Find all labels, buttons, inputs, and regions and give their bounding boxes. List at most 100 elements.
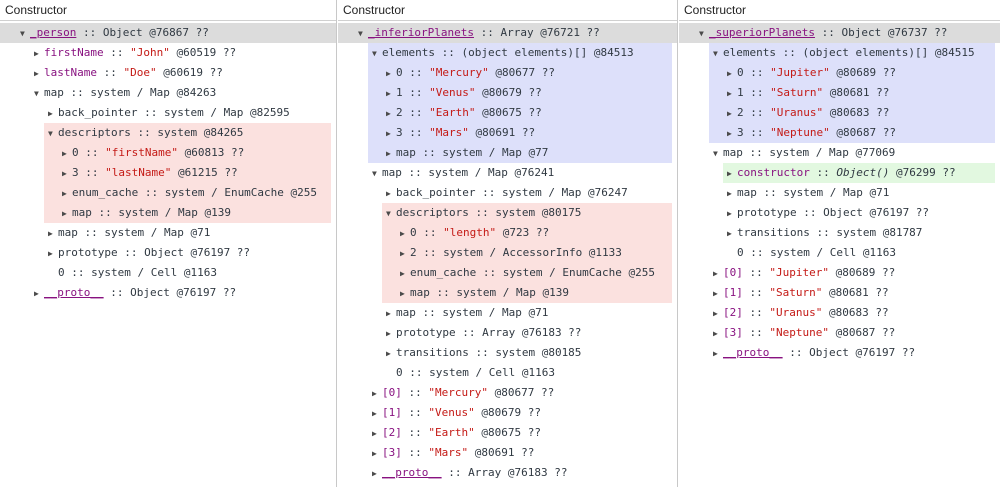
- collapsed-triangle-icon[interactable]: ▶: [386, 184, 396, 204]
- expanded-triangle-icon[interactable]: ▼: [20, 24, 30, 44]
- tree-row[interactable]: ▶ constructor :: Object() @76299 ??: [679, 163, 1000, 183]
- collapsed-triangle-icon[interactable]: ▶: [386, 344, 396, 364]
- collapsed-triangle-icon[interactable]: ▶: [727, 104, 737, 124]
- tree-row[interactable]: ▶ [2] :: "Earth" @80675 ??: [338, 423, 677, 443]
- tree-row[interactable]: ▶ 2 :: "Uranus" @80683 ??: [679, 103, 1000, 123]
- collapsed-triangle-icon[interactable]: ▶: [62, 144, 72, 164]
- tree-row[interactable]: ▶ prototype :: Object @76197 ??: [679, 203, 1000, 223]
- tree-row[interactable]: ▶ [1] :: "Venus" @80679 ??: [338, 403, 677, 423]
- tree-row[interactable]: ▶ __proto__ :: Array @76183 ??: [338, 463, 677, 483]
- tree-row[interactable]: ▶ prototype :: Array @76183 ??: [338, 323, 677, 343]
- tree-row[interactable]: ▶ [0] :: "Mercury" @80677 ??: [338, 383, 677, 403]
- tree-row[interactable]: ▼ map :: system / Map @77069: [679, 143, 1000, 163]
- tree-row[interactable]: ▶ [3] :: "Neptune" @80687 ??: [679, 323, 1000, 343]
- tree-row[interactable]: ▶ 2 :: system / AccessorInfo @1133: [338, 243, 677, 263]
- collapsed-triangle-icon[interactable]: ▶: [727, 164, 737, 184]
- collapsed-triangle-icon[interactable]: ▶: [400, 224, 410, 244]
- collapsed-triangle-icon[interactable]: ▶: [727, 64, 737, 84]
- collapsed-triangle-icon[interactable]: ▶: [386, 64, 396, 84]
- tree-row[interactable]: ▼ descriptors :: system @80175: [338, 203, 677, 223]
- expanded-triangle-icon[interactable]: ▼: [48, 124, 58, 144]
- expanded-triangle-icon[interactable]: ▼: [358, 24, 368, 44]
- tree-row[interactable]: ▶ lastName :: "Doe" @60619 ??: [0, 63, 336, 83]
- collapsed-triangle-icon[interactable]: ▶: [386, 124, 396, 144]
- tree-row[interactable]: ▶ 3 :: "lastName" @61215 ??: [0, 163, 336, 183]
- tree-row[interactable]: ▼ map :: system / Map @84263: [0, 83, 336, 103]
- tree-row[interactable]: ▶ 1 :: "Venus" @80679 ??: [338, 83, 677, 103]
- collapsed-triangle-icon[interactable]: ▶: [48, 224, 58, 244]
- collapsed-triangle-icon[interactable]: ▶: [62, 164, 72, 184]
- tree-row[interactable]: ▶ prototype :: Object @76197 ??: [0, 243, 336, 263]
- expanded-triangle-icon[interactable]: ▼: [699, 24, 709, 44]
- tree-row[interactable]: ▶ 0 :: "Mercury" @80677 ??: [338, 63, 677, 83]
- expanded-triangle-icon[interactable]: ▼: [713, 44, 723, 64]
- expanded-triangle-icon[interactable]: ▼: [372, 44, 382, 64]
- tree-row[interactable]: ▶ __proto__ :: Object @76197 ??: [679, 343, 1000, 363]
- tree-row[interactable]: ▼ elements :: (object elements)[] @84515: [679, 43, 1000, 63]
- collapsed-triangle-icon[interactable]: ▶: [34, 44, 44, 64]
- tree-row[interactable]: ▶ 0 :: "length" @723 ??: [338, 223, 677, 243]
- tree-row[interactable]: ▶ map :: system / Map @71: [338, 303, 677, 323]
- collapsed-triangle-icon[interactable]: ▶: [62, 184, 72, 204]
- tree-row[interactable]: ▶ transitions :: system @81787: [679, 223, 1000, 243]
- tree-row[interactable]: ▼ map :: system / Map @76241: [338, 163, 677, 183]
- tree-row[interactable]: ▶ 1 :: "Saturn" @80681 ??: [679, 83, 1000, 103]
- collapsed-triangle-icon[interactable]: ▶: [386, 324, 396, 344]
- tree-row[interactable]: 0 :: system / Cell @1163: [679, 243, 1000, 263]
- tree-row[interactable]: ▶ [3] :: "Mars" @80691 ??: [338, 443, 677, 463]
- collapsed-triangle-icon[interactable]: ▶: [713, 284, 723, 304]
- collapsed-triangle-icon[interactable]: ▶: [34, 284, 44, 304]
- tree-row[interactable]: ▶ 0 :: "Jupiter" @80689 ??: [679, 63, 1000, 83]
- tree-row[interactable]: 0 :: system / Cell @1163: [0, 263, 336, 283]
- collapsed-triangle-icon[interactable]: ▶: [400, 244, 410, 264]
- tree-row[interactable]: ▶ 3 :: "Mars" @80691 ??: [338, 123, 677, 143]
- tree-row[interactable]: ▶ __proto__ :: Object @76197 ??: [0, 283, 336, 303]
- tree-row[interactable]: ▶ [2] :: "Uranus" @80683 ??: [679, 303, 1000, 323]
- expanded-triangle-icon[interactable]: ▼: [372, 164, 382, 184]
- tree-row[interactable]: ▼ elements :: (object elements)[] @84513: [338, 43, 677, 63]
- tree-row[interactable]: ▶ map :: system / Map @71: [0, 223, 336, 243]
- collapsed-triangle-icon[interactable]: ▶: [372, 464, 382, 484]
- collapsed-triangle-icon[interactable]: ▶: [727, 124, 737, 144]
- tree-row[interactable]: ▶ firstName :: "John" @60519 ??: [0, 43, 336, 63]
- tree-row[interactable]: 0 :: system / Cell @1163: [338, 363, 677, 383]
- tree-row[interactable]: ▶ map :: system / Map @139: [338, 283, 677, 303]
- collapsed-triangle-icon[interactable]: ▶: [386, 304, 396, 324]
- tree-root-row[interactable]: ▼ _inferiorPlanets :: Array @76721 ??: [338, 23, 677, 43]
- tree-row[interactable]: ▶ [1] :: "Saturn" @80681 ??: [679, 283, 1000, 303]
- tree-row[interactable]: ▶ map :: system / Map @77: [338, 143, 677, 163]
- expanded-triangle-icon[interactable]: ▼: [34, 84, 44, 104]
- collapsed-triangle-icon[interactable]: ▶: [48, 244, 58, 264]
- constructor-column-header[interactable]: Constructor: [0, 0, 336, 21]
- collapsed-triangle-icon[interactable]: ▶: [372, 424, 382, 444]
- collapsed-triangle-icon[interactable]: ▶: [727, 84, 737, 104]
- tree-row[interactable]: ▶ [0] :: "Jupiter" @80689 ??: [679, 263, 1000, 283]
- collapsed-triangle-icon[interactable]: ▶: [400, 284, 410, 304]
- tree-row[interactable]: ▼ descriptors :: system @84265: [0, 123, 336, 143]
- tree-row[interactable]: ▶ back_pointer :: system / Map @82595: [0, 103, 336, 123]
- collapsed-triangle-icon[interactable]: ▶: [372, 384, 382, 404]
- collapsed-triangle-icon[interactable]: ▶: [727, 184, 737, 204]
- tree-root-row[interactable]: ▼ _person :: Object @76867 ??: [0, 23, 336, 43]
- collapsed-triangle-icon[interactable]: ▶: [372, 444, 382, 464]
- expanded-triangle-icon[interactable]: ▼: [713, 144, 723, 164]
- constructor-column-header[interactable]: Constructor: [679, 0, 1000, 21]
- constructor-column-header[interactable]: Constructor: [338, 0, 677, 21]
- collapsed-triangle-icon[interactable]: ▶: [372, 404, 382, 424]
- tree-row[interactable]: ▶ map :: system / Map @71: [679, 183, 1000, 203]
- collapsed-triangle-icon[interactable]: ▶: [727, 224, 737, 244]
- tree-row[interactable]: ▶ back_pointer :: system / Map @76247: [338, 183, 677, 203]
- tree-row[interactable]: ▶ map :: system / Map @139: [0, 203, 336, 223]
- tree-row[interactable]: ▶ transitions :: system @80185: [338, 343, 677, 363]
- tree-root-row[interactable]: ▼ _superiorPlanets :: Object @76737 ??: [679, 23, 1000, 43]
- collapsed-triangle-icon[interactable]: ▶: [713, 344, 723, 364]
- collapsed-triangle-icon[interactable]: ▶: [713, 324, 723, 344]
- collapsed-triangle-icon[interactable]: ▶: [62, 204, 72, 224]
- collapsed-triangle-icon[interactable]: ▶: [713, 304, 723, 324]
- collapsed-triangle-icon[interactable]: ▶: [400, 264, 410, 284]
- tree-row[interactable]: ▶ enum_cache :: system / EnumCache @255: [338, 263, 677, 283]
- collapsed-triangle-icon[interactable]: ▶: [386, 144, 396, 164]
- collapsed-triangle-icon[interactable]: ▶: [386, 104, 396, 124]
- collapsed-triangle-icon[interactable]: ▶: [727, 204, 737, 224]
- collapsed-triangle-icon[interactable]: ▶: [34, 64, 44, 84]
